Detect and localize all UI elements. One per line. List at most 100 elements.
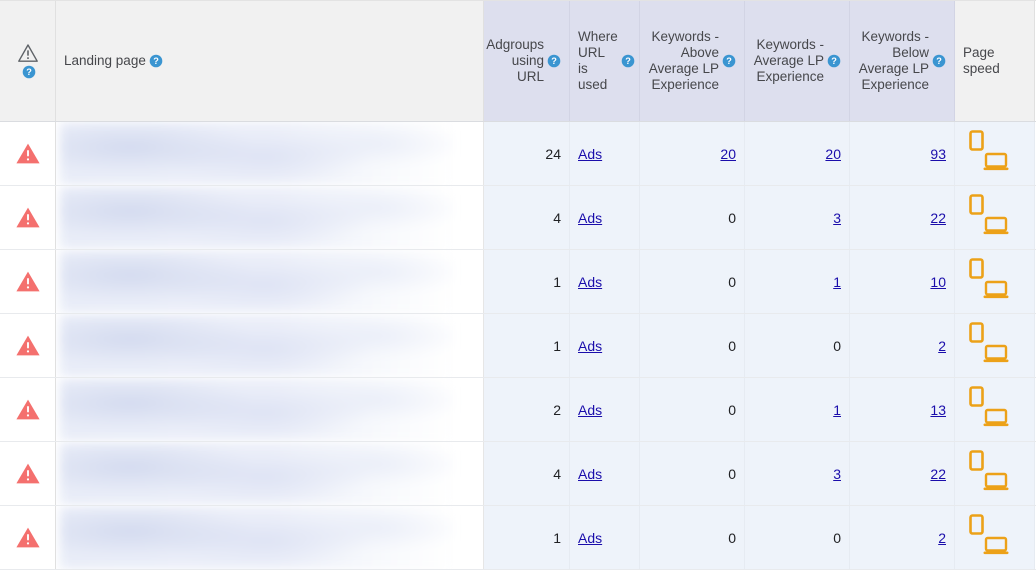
laptop-icon[interactable]: [983, 408, 1009, 431]
help-icon[interactable]: ?: [932, 54, 946, 68]
keywords-above-average-cell-value[interactable]: 20: [720, 146, 736, 162]
row-warning-cell[interactable]: [0, 506, 56, 569]
warning-triangle-icon[interactable]: [15, 334, 41, 357]
keywords-average-cell[interactable]: 20: [745, 122, 850, 185]
keywords-average-cell[interactable]: 3: [745, 186, 850, 249]
ads-link[interactable]: Ads: [578, 146, 602, 162]
page-speed-cell[interactable]: [955, 442, 1035, 505]
keywords-average-cell[interactable]: 1: [745, 250, 850, 313]
table-row[interactable]: 1Ads0110: [0, 250, 1036, 314]
help-icon[interactable]: ?: [827, 54, 841, 68]
table-row[interactable]: 4Ads0322: [0, 442, 1036, 506]
where-url-is-used-cell[interactable]: Ads: [570, 378, 640, 441]
mobile-phone-icon[interactable]: [969, 258, 984, 282]
where-url-is-used-cell[interactable]: Ads: [570, 314, 640, 377]
table-row[interactable]: 1Ads002: [0, 314, 1036, 378]
warning-triangle-icon[interactable]: [15, 526, 41, 549]
mobile-phone-icon[interactable]: [969, 450, 984, 474]
header-page-speed[interactable]: Page speed: [955, 1, 1035, 121]
keywords-below-average-cell-value[interactable]: 93: [930, 146, 946, 162]
laptop-icon[interactable]: [983, 216, 1009, 239]
header-keywords-below-average-lp[interactable]: Keywords - Below Average LP Experience?: [850, 1, 955, 121]
header-adgroups-using-url[interactable]: Adgroups using URL?: [484, 1, 570, 121]
header-warning-column[interactable]: ?: [0, 1, 56, 121]
landing-page-cell[interactable]: [56, 186, 484, 249]
page-speed-cell[interactable]: [955, 378, 1035, 441]
keywords-below-average-cell[interactable]: 2: [850, 314, 955, 377]
help-icon[interactable]: ?: [722, 54, 736, 68]
page-speed-cell[interactable]: [955, 186, 1035, 249]
ads-link[interactable]: Ads: [578, 402, 602, 418]
row-warning-cell[interactable]: [0, 314, 56, 377]
warning-triangle-icon[interactable]: [15, 462, 41, 485]
landing-page-cell[interactable]: [56, 442, 484, 505]
keywords-below-average-cell[interactable]: 2: [850, 506, 955, 569]
page-speed-cell[interactable]: [955, 506, 1035, 569]
help-icon[interactable]: ?: [149, 54, 163, 68]
mobile-phone-icon[interactable]: [969, 130, 984, 154]
ads-link[interactable]: Ads: [578, 210, 602, 226]
help-icon[interactable]: ?: [22, 65, 36, 79]
keywords-below-average-cell[interactable]: 22: [850, 442, 955, 505]
where-url-is-used-cell[interactable]: Ads: [570, 186, 640, 249]
warning-triangle-icon[interactable]: [15, 398, 41, 421]
warning-triangle-icon[interactable]: [15, 270, 41, 293]
keywords-average-cell[interactable]: 1: [745, 378, 850, 441]
row-warning-cell[interactable]: [0, 378, 56, 441]
laptop-icon[interactable]: [983, 536, 1009, 559]
keywords-below-average-cell-value[interactable]: 22: [930, 210, 946, 226]
where-url-is-used-cell[interactable]: Ads: [570, 122, 640, 185]
ads-link[interactable]: Ads: [578, 466, 602, 482]
keywords-average-cell[interactable]: 3: [745, 442, 850, 505]
ads-link[interactable]: Ads: [578, 274, 602, 290]
row-warning-cell[interactable]: [0, 122, 56, 185]
keywords-below-average-cell[interactable]: 22: [850, 186, 955, 249]
ads-link[interactable]: Ads: [578, 338, 602, 354]
table-row[interactable]: 1Ads002: [0, 506, 1036, 570]
header-keywords-average-lp[interactable]: Keywords - Average LP Experience?: [745, 1, 850, 121]
where-url-is-used-cell[interactable]: Ads: [570, 442, 640, 505]
row-warning-cell[interactable]: [0, 250, 56, 313]
keywords-below-average-cell-value[interactable]: 22: [930, 466, 946, 482]
landing-page-cell[interactable]: [56, 506, 484, 569]
mobile-phone-icon[interactable]: [969, 322, 984, 346]
ads-link[interactable]: Ads: [578, 530, 602, 546]
keywords-average-cell-value[interactable]: 1: [833, 274, 841, 290]
keywords-average-cell-value[interactable]: 20: [825, 146, 841, 162]
keywords-below-average-cell[interactable]: 93: [850, 122, 955, 185]
keywords-above-average-cell[interactable]: 20: [640, 122, 745, 185]
keywords-below-average-cell[interactable]: 10: [850, 250, 955, 313]
where-url-is-used-cell[interactable]: Ads: [570, 250, 640, 313]
keywords-average-cell-value[interactable]: 3: [833, 210, 841, 226]
mobile-phone-icon[interactable]: [969, 514, 984, 538]
table-row[interactable]: 4Ads0322: [0, 186, 1036, 250]
laptop-icon[interactable]: [983, 472, 1009, 495]
help-icon[interactable]: ?: [621, 54, 635, 68]
landing-page-cell[interactable]: [56, 314, 484, 377]
header-where-url-is-used[interactable]: Where URL is used?: [570, 1, 640, 121]
help-icon[interactable]: ?: [547, 54, 561, 68]
row-warning-cell[interactable]: [0, 186, 56, 249]
landing-page-cell[interactable]: [56, 250, 484, 313]
page-speed-cell[interactable]: [955, 250, 1035, 313]
landing-page-cell[interactable]: [56, 378, 484, 441]
warning-triangle-icon[interactable]: [15, 142, 41, 165]
keywords-average-cell-value[interactable]: 3: [833, 466, 841, 482]
table-row[interactable]: 24Ads202093: [0, 122, 1036, 186]
table-row[interactable]: 2Ads0113: [0, 378, 1036, 442]
laptop-icon[interactable]: [983, 344, 1009, 367]
keywords-below-average-cell-value[interactable]: 2: [938, 338, 946, 354]
header-landing-page[interactable]: Landing page ?: [56, 1, 484, 121]
where-url-is-used-cell[interactable]: Ads: [570, 506, 640, 569]
keywords-below-average-cell-value[interactable]: 13: [930, 402, 946, 418]
page-speed-cell[interactable]: [955, 122, 1035, 185]
page-speed-cell[interactable]: [955, 314, 1035, 377]
laptop-icon[interactable]: [983, 280, 1009, 303]
mobile-phone-icon[interactable]: [969, 386, 984, 410]
keywords-below-average-cell-value[interactable]: 10: [930, 274, 946, 290]
landing-page-cell[interactable]: [56, 122, 484, 185]
keywords-below-average-cell[interactable]: 13: [850, 378, 955, 441]
keywords-average-cell-value[interactable]: 1: [833, 402, 841, 418]
warning-triangle-icon[interactable]: [15, 206, 41, 229]
header-keywords-above-average-lp[interactable]: Keywords - Above Average LP Experience?: [640, 1, 745, 121]
